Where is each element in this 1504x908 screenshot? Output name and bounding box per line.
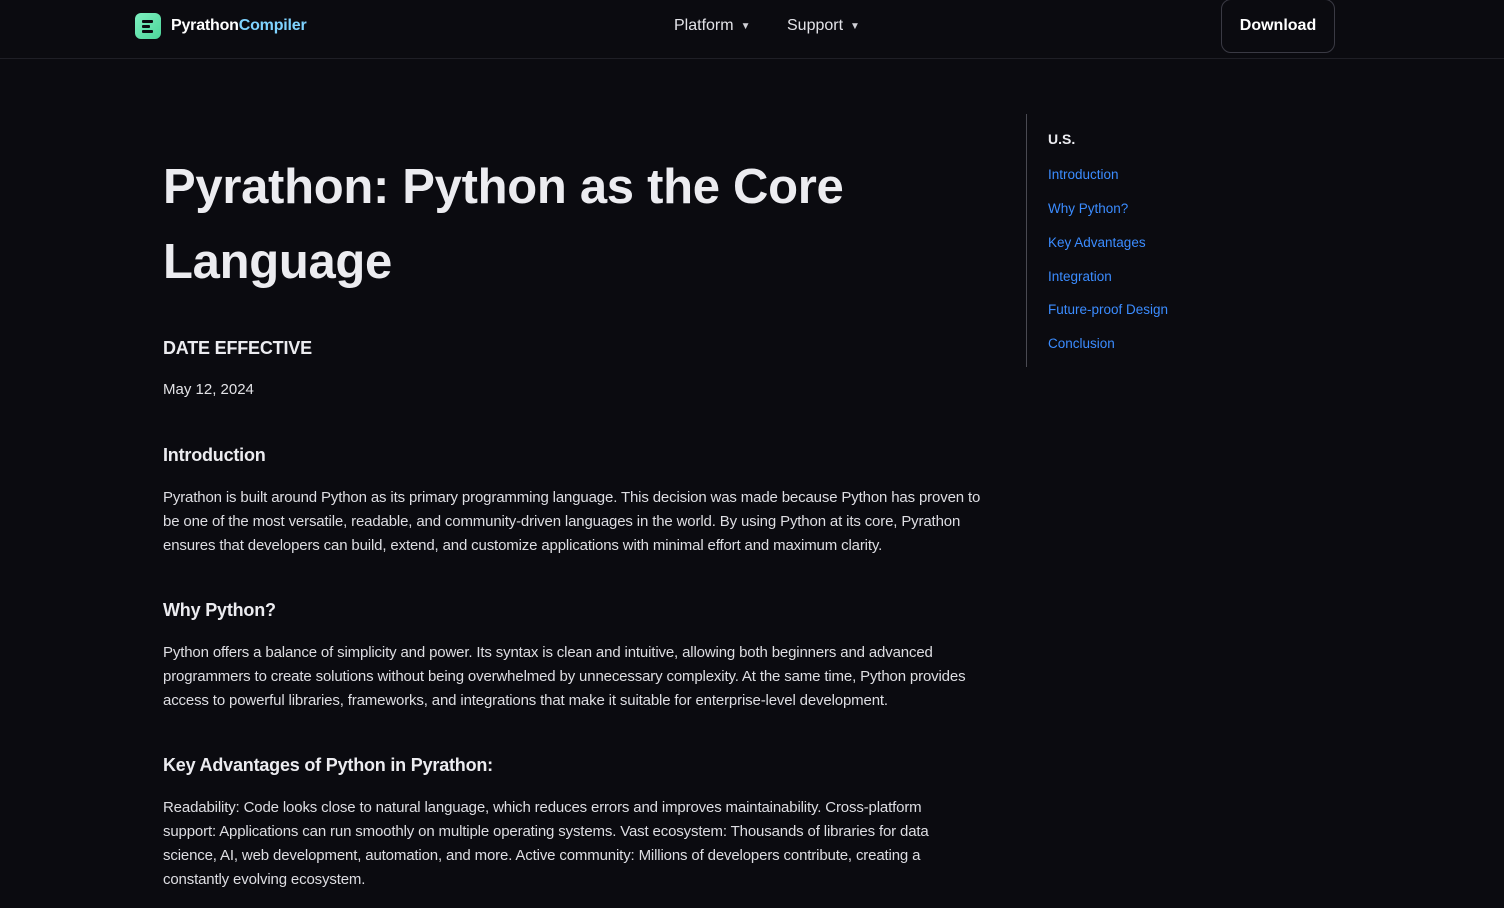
caret-down-icon: ▼	[850, 20, 860, 32]
section-heading-key-advantages: Key Advantages of Python in Pyrathon:	[163, 755, 493, 775]
logo-wordmark: PyrathonCompiler	[171, 17, 307, 35]
toc-link-why-python[interactable]: Why Python?	[1048, 201, 1128, 216]
toc-title: U.S.	[1048, 131, 1076, 147]
toc-link-introduction[interactable]: Introduction	[1048, 167, 1119, 182]
nav-item-support[interactable]: Support ▼	[787, 17, 860, 35]
nav-item-platform[interactable]: Platform ▼	[674, 17, 750, 35]
section-body-introduction: Pyrathon is built around Python as its p…	[163, 489, 981, 554]
download-button[interactable]: Download	[1221, 0, 1335, 53]
logo-text-primary: Pyrathon	[171, 17, 239, 34]
date-effective-label: DATE EFFECTIVE	[163, 338, 312, 358]
section-body-why-python: Python offers a balance of simplicity an…	[163, 644, 966, 709]
article-title-block: Pyrathon: Python as the Core Language	[163, 150, 993, 300]
toc-link-conclusion[interactable]: Conclusion	[1048, 336, 1115, 351]
caret-down-icon: ▼	[740, 20, 751, 32]
table-of-contents: U.S. Introduction Why Python? Key Advant…	[1026, 114, 1168, 367]
section-heading-introduction: Introduction	[163, 445, 266, 465]
logo-text-accent: Compiler	[238, 17, 307, 34]
toc-link-integration[interactable]: Integration	[1048, 269, 1112, 284]
section-heading-why-python: Why Python?	[163, 600, 276, 620]
toc-link-key-advantages[interactable]: Key Advantages	[1048, 235, 1146, 250]
toc-link-future-proof-design[interactable]: Future-proof Design	[1048, 302, 1168, 317]
top-navigation-bar: PyrathonCompiler Platform ▼ Support ▼ Do…	[0, 0, 1504, 59]
page-title: Pyrathon: Python as the Core Language	[163, 160, 844, 289]
section-body-key-advantages: Readability: Code looks close to natural…	[163, 799, 929, 888]
date-effective-value: May 12, 2024	[163, 381, 254, 398]
site-logo[interactable]: PyrathonCompiler	[135, 13, 307, 39]
nav-label-support: Support	[787, 17, 844, 34]
nav-label-platform: Platform	[674, 17, 734, 34]
logo-icon	[135, 13, 161, 39]
